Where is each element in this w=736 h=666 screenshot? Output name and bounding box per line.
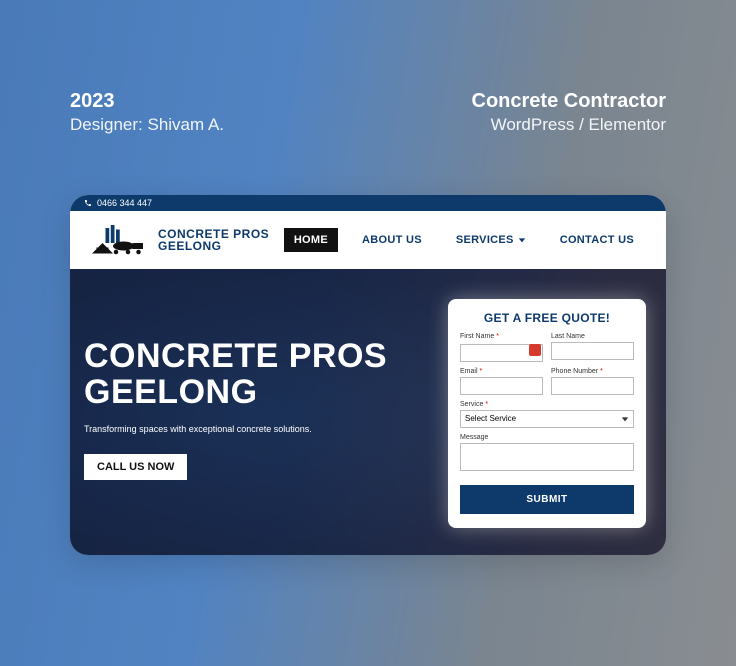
phone-label: Phone Number* bbox=[551, 368, 634, 375]
phone-icon bbox=[84, 199, 92, 207]
meta-project-type: Concrete Contractor bbox=[472, 90, 666, 113]
submit-button[interactable]: SUBMIT bbox=[460, 485, 634, 514]
logo[interactable]: CONCRETE PROS GEELONG bbox=[92, 223, 269, 257]
email-label: Email* bbox=[460, 368, 543, 375]
service-select[interactable]: Select Service bbox=[460, 410, 634, 428]
nav-services[interactable]: SERVICES bbox=[446, 228, 536, 252]
hero-title-line1: CONCRETE PROS bbox=[84, 339, 387, 375]
logo-icon bbox=[92, 223, 152, 257]
phone-input[interactable] bbox=[551, 377, 634, 395]
last-name-input[interactable] bbox=[551, 342, 634, 360]
message-textarea[interactable] bbox=[460, 443, 634, 471]
nav-contact[interactable]: CONTACT US bbox=[550, 228, 644, 252]
meta-designer: Designer: Shivam A. bbox=[70, 115, 224, 135]
last-name-label: Last Name bbox=[551, 333, 634, 340]
quote-form: GET A FREE QUOTE! First Name* Last Name … bbox=[448, 299, 646, 528]
first-name-label: First Name* bbox=[460, 333, 543, 340]
hero-subtitle: Transforming spaces with exceptional con… bbox=[84, 424, 387, 434]
email-input[interactable] bbox=[460, 377, 543, 395]
nav-about[interactable]: ABOUT US bbox=[352, 228, 432, 252]
quote-title: GET A FREE QUOTE! bbox=[460, 311, 634, 325]
meta-stack: WordPress / Elementor bbox=[472, 115, 666, 135]
service-select-value: Select Service bbox=[465, 414, 516, 423]
service-label: Service* bbox=[460, 401, 634, 408]
meta-year: 2023 bbox=[70, 90, 224, 113]
nav-items: HOME ABOUT US SERVICES CONTACT US bbox=[284, 228, 644, 252]
topbar: 0466 344 447 bbox=[70, 195, 666, 211]
hero-title: CONCRETE PROS GEELONG bbox=[84, 339, 387, 410]
nav-home[interactable]: HOME bbox=[284, 228, 338, 252]
chevron-down-icon bbox=[518, 236, 526, 244]
hero: CONCRETE PROS GEELONG Transforming space… bbox=[70, 269, 666, 555]
message-label: Message bbox=[460, 434, 634, 441]
caret-down-icon bbox=[621, 415, 629, 423]
call-us-button[interactable]: CALL US NOW bbox=[84, 454, 187, 480]
autofill-badge-icon bbox=[529, 344, 541, 356]
navbar: CONCRETE PROS GEELONG HOME ABOUT US SERV… bbox=[70, 211, 666, 269]
website-preview: 0466 344 447 CONCRETE PROS GEELONG HOM bbox=[70, 195, 666, 555]
topbar-phone[interactable]: 0466 344 447 bbox=[97, 198, 152, 208]
logo-text-line2: GEELONG bbox=[158, 240, 269, 252]
hero-title-line2: GEELONG bbox=[84, 375, 387, 411]
nav-services-label: SERVICES bbox=[456, 234, 514, 246]
